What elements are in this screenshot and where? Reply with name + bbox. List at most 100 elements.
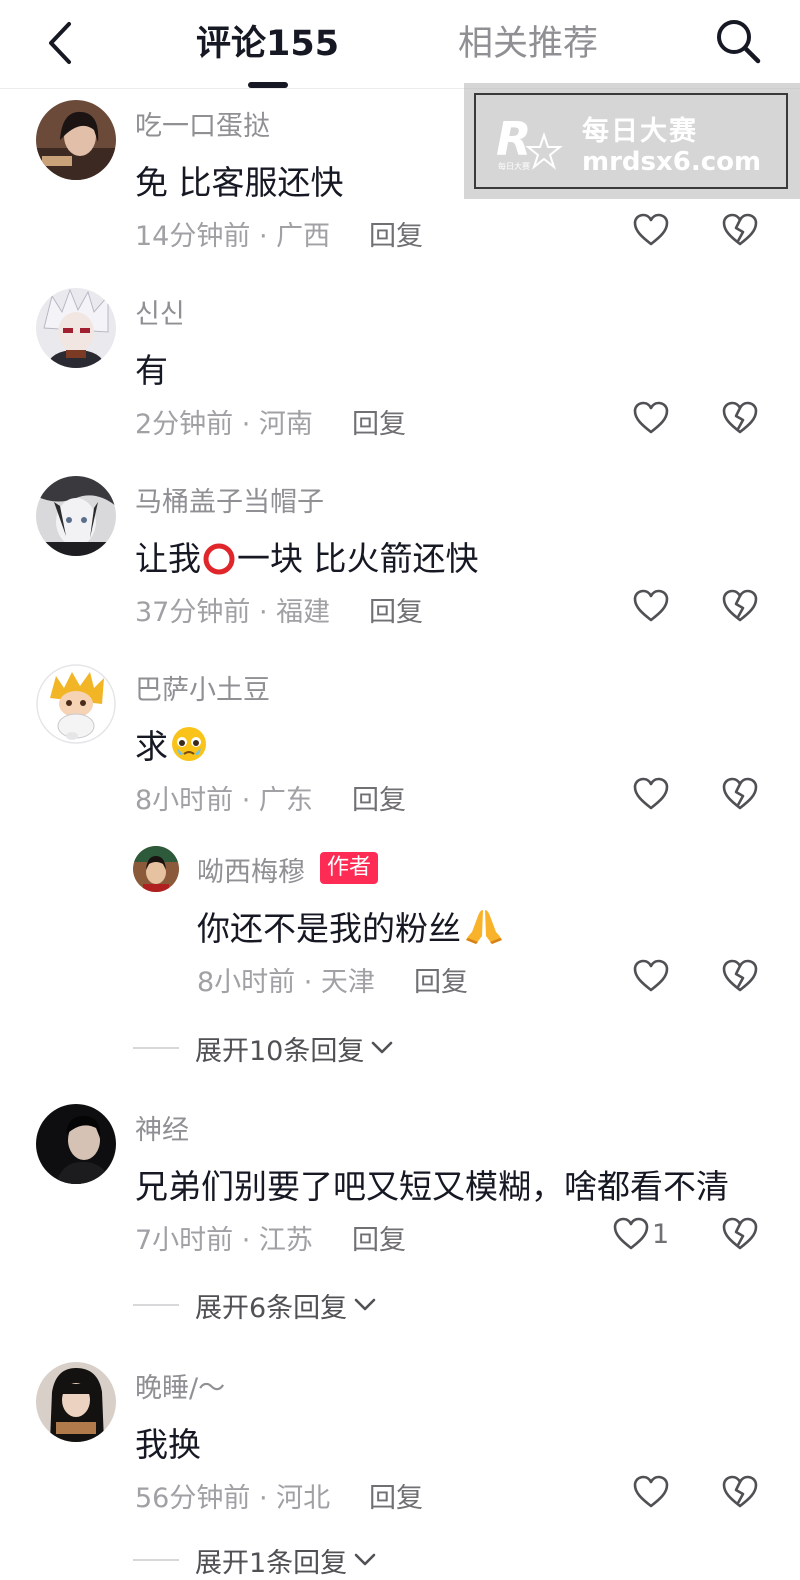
comment-text: 兄弟们别要了吧又短又模糊，啥都看不清 — [135, 1167, 729, 1206]
comment-meta: 7小时前 · 江苏 — [135, 1225, 313, 1256]
comment-meta: 8小时前 · 广东 — [135, 785, 313, 816]
like-button[interactable] — [632, 956, 670, 996]
expand-divider — [133, 1304, 179, 1306]
avatar[interactable] — [36, 100, 116, 180]
reply-meta: 8小时前 · 天津 — [197, 967, 375, 998]
like-button[interactable]: 1 — [612, 1214, 669, 1254]
expand-divider — [133, 1047, 179, 1049]
avatar[interactable] — [133, 846, 179, 892]
comment-text-part: 一块 比火箭还快 — [237, 539, 479, 578]
avatar[interactable] — [36, 1104, 116, 1184]
reply-button[interactable]: 回复 — [352, 778, 406, 817]
comment-meta: 14分钟前 · 广西 — [135, 221, 331, 252]
dislike-button[interactable] — [720, 774, 760, 814]
comment-item: 晚睡/～ 我换 56分钟前 · 河北 回复 展开1条回复 — [0, 1362, 800, 1579]
comment-username[interactable]: 马桶盖子当帽子 — [135, 480, 324, 519]
reply-button[interactable]: 回复 — [369, 590, 423, 629]
avatar[interactable] — [36, 1362, 116, 1442]
expand-replies-label: 展开10条回复 — [195, 1035, 365, 1067]
comment-text: 求 — [135, 720, 210, 772]
dislike-button[interactable] — [720, 210, 760, 250]
expand-replies-button[interactable]: 展开1条回复 — [133, 1540, 377, 1580]
chevron-down-icon — [354, 1553, 376, 1566]
back-button[interactable] — [40, 18, 80, 68]
comment-username[interactable]: 晚睡/～ — [135, 1366, 225, 1405]
reply-button[interactable]: 回复 — [352, 402, 406, 441]
heart-icon — [633, 401, 669, 434]
like-button[interactable] — [632, 210, 670, 250]
dislike-button[interactable] — [720, 586, 760, 626]
broken-heart-icon — [722, 777, 758, 810]
comment-text: 免 比客服还快 — [135, 163, 344, 202]
reply-button[interactable]: 回复 — [369, 1476, 423, 1515]
tab-comments[interactable]: 评论155 — [196, 20, 339, 68]
comment-item: 巴萨小土豆 求 8小时前 · 广东 回复 呦西梅穆 作者 你还不是我的粉丝 8小… — [0, 664, 800, 1067]
watermark-logo-icon: R 每日大赛 — [496, 112, 563, 171]
pleading-face-emoji-icon — [169, 724, 209, 772]
chevron-left-icon — [49, 22, 71, 64]
broken-heart-icon — [722, 1217, 758, 1250]
comment-text: 有 — [135, 351, 168, 390]
comment-item: 신신 有 2分钟前 · 河南 回复 — [0, 288, 800, 448]
reply-button[interactable]: 回复 — [352, 1218, 406, 1257]
expand-replies-label: 展开6条回复 — [195, 1292, 348, 1324]
expand-replies-button[interactable]: 展开6条回复 — [133, 1285, 377, 1325]
comment-text-part: 求 — [135, 727, 168, 766]
comment-username[interactable]: 신신 — [135, 292, 185, 331]
avatar[interactable] — [36, 288, 116, 368]
expand-replies-label: 展开1条回复 — [195, 1547, 348, 1579]
reply-button[interactable]: 回复 — [369, 214, 423, 253]
dislike-button[interactable] — [720, 1214, 760, 1254]
heart-icon — [633, 1475, 669, 1508]
comment-username[interactable]: 神经 — [135, 1108, 189, 1147]
avatar[interactable] — [36, 664, 116, 744]
watermark-name: 每日大赛 — [582, 116, 698, 147]
comment-text: 我换 — [135, 1425, 201, 1464]
avatar[interactable] — [36, 476, 116, 556]
heart-icon — [613, 1217, 649, 1250]
top-bar: 评论155 相关推荐 — [0, 0, 800, 88]
heart-icon — [633, 959, 669, 992]
watermark-frame: R 每日大赛 每日大赛 mrdsx6.com — [474, 93, 788, 189]
like-button[interactable] — [632, 1472, 670, 1512]
chevron-down-icon — [354, 1298, 376, 1311]
broken-heart-icon — [722, 589, 758, 622]
comment-meta: 37分钟前 · 福建 — [135, 597, 331, 628]
comment-username[interactable]: 巴萨小土豆 — [135, 668, 270, 707]
search-icon — [717, 20, 761, 64]
search-button[interactable] — [710, 14, 766, 68]
broken-heart-icon — [722, 213, 758, 246]
like-button[interactable] — [632, 586, 670, 626]
broken-heart-icon — [722, 959, 758, 992]
comment-username[interactable]: 吃一口蛋挞 — [135, 104, 270, 143]
comment-text: 让我 一块 比火箭还快 — [135, 532, 479, 584]
heart-icon — [633, 213, 669, 246]
dislike-button[interactable] — [720, 956, 760, 996]
folded-hands-emoji-icon — [462, 906, 506, 954]
comment-item: 马桶盖子当帽子 让我 一块 比火箭还快 37分钟前 · 福建 回复 — [0, 476, 800, 636]
broken-heart-icon — [722, 401, 758, 434]
comment-meta: 56分钟前 · 河北 — [135, 1483, 331, 1514]
comment-meta: 2分钟前 · 河南 — [135, 409, 313, 440]
reply-text: 你还不是我的粉丝 — [197, 902, 507, 954]
watermark-overlay: R 每日大赛 每日大赛 mrdsx6.com — [464, 83, 800, 199]
comment-item: 神经 兄弟们别要了吧又短又模糊，啥都看不清 7小时前 · 江苏 回复 1 展开6… — [0, 1104, 800, 1334]
reply-text-part: 你还不是我的粉丝 — [197, 909, 461, 948]
like-button[interactable] — [632, 774, 670, 814]
tab-related-recommendations[interactable]: 相关推荐 — [458, 20, 598, 68]
reply-username[interactable]: 呦西梅穆 — [197, 850, 305, 889]
author-badge: 作者 — [320, 852, 379, 884]
heart-icon — [633, 589, 669, 622]
reply-button[interactable]: 回复 — [414, 960, 468, 999]
broken-heart-icon — [722, 1475, 758, 1508]
dislike-button[interactable] — [720, 398, 760, 438]
chevron-down-icon — [372, 1041, 393, 1054]
like-button[interactable] — [632, 398, 670, 438]
watermark-logo-letter: R — [496, 112, 531, 166]
dislike-button[interactable] — [720, 1472, 760, 1512]
heart-icon — [633, 777, 669, 810]
watermark-logo-caption: 每日大赛 — [498, 161, 530, 171]
expand-replies-button[interactable]: 展开10条回复 — [133, 1028, 394, 1068]
reply-item: 呦西梅穆 作者 你还不是我的粉丝 8小时前 · 天津 回复 — [0, 846, 800, 1006]
red-circle-emoji-icon — [202, 542, 236, 584]
